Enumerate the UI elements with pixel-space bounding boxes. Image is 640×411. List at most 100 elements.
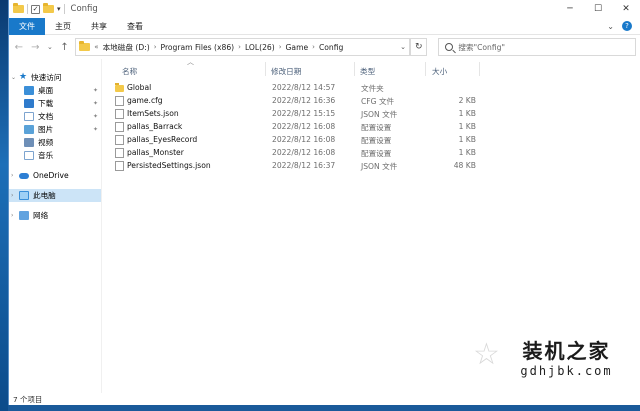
table-row[interactable]: pallas_Monster 2022/8/12 16:08 配置设置 1 KB xyxy=(102,146,640,159)
close-button[interactable]: ✕ xyxy=(612,0,640,18)
new-folder-icon[interactable] xyxy=(43,3,54,13)
column-divider[interactable] xyxy=(354,62,355,76)
file-name: pallas_Monster xyxy=(127,148,184,157)
address-bar[interactable]: « 本地磁盘 (D:) › Program Files (x86) › LOL(… xyxy=(75,38,411,56)
back-arrow-icon[interactable]: ← xyxy=(13,40,25,54)
forward-arrow-icon[interactable]: → xyxy=(30,40,42,54)
sidebar-item-onedrive[interactable]: › OneDrive xyxy=(9,169,101,182)
file-icon xyxy=(115,148,124,158)
sidebar-item-this-pc[interactable]: › 此电脑 xyxy=(9,189,101,202)
file-date: 2022/8/12 16:08 xyxy=(272,148,336,157)
expand-arrow-icon[interactable]: › xyxy=(11,192,13,199)
file-size: 2 KB xyxy=(458,96,476,105)
file-date: 2022/8/12 15:15 xyxy=(272,109,336,118)
sidebar-item-label: 图片 xyxy=(38,125,54,134)
column-header-size[interactable]: 大小 xyxy=(432,66,447,77)
expand-arrow-icon[interactable]: › xyxy=(11,212,13,219)
quick-access-dropdown-icon[interactable]: ▾ xyxy=(57,5,61,13)
breadcrumb-overflow[interactable]: « xyxy=(94,43,98,51)
recent-locations-icon[interactable]: ⌄ xyxy=(46,40,54,54)
tab-home[interactable]: 主页 xyxy=(45,18,81,35)
status-bar: 7 个项目 xyxy=(9,393,640,405)
divider xyxy=(63,4,65,14)
file-type: CFG 文件 xyxy=(361,97,395,106)
download-icon xyxy=(24,99,34,108)
tab-share[interactable]: 共享 xyxy=(81,18,117,35)
minimize-button[interactable]: ─ xyxy=(556,0,584,18)
chevron-right-icon[interactable]: › xyxy=(154,43,157,51)
table-row[interactable]: PersistedSettings.json 2022/8/12 16:37 J… xyxy=(102,159,640,172)
sidebar-item-pictures[interactable]: 图片 ✦ xyxy=(9,123,101,136)
picture-icon xyxy=(24,125,34,134)
sidebar-item-videos[interactable]: 视频 xyxy=(9,136,101,149)
file-date: 2022/8/12 16:36 xyxy=(272,96,336,105)
file-name: pallas_EyesRecord xyxy=(127,135,198,144)
help-icon[interactable]: ? xyxy=(622,21,632,31)
breadcrumb-item[interactable]: Program Files (x86) xyxy=(161,43,235,52)
table-row[interactable]: game.cfg 2022/8/12 16:36 CFG 文件 2 KB xyxy=(102,94,640,107)
explorer-window: ✓ ▾ Config ─ ☐ ✕ 文件 主页 共享 查看 ⌄ ? ← → ⌄ ↑… xyxy=(8,0,640,405)
expand-ribbon-icon[interactable]: ⌄ xyxy=(607,22,614,31)
breadcrumb-item[interactable]: LOL(26) xyxy=(245,43,275,52)
file-date: 2022/8/12 16:37 xyxy=(272,161,336,170)
star-logo-icon: ☆ xyxy=(473,337,500,372)
sidebar-item-label: 下载 xyxy=(38,99,54,108)
watermark-title: 装机之家 xyxy=(522,339,611,363)
file-icon xyxy=(115,161,124,171)
file-type: 配置设置 xyxy=(361,149,392,158)
column-header-type[interactable]: 类型 xyxy=(360,66,375,77)
breadcrumb-item[interactable]: Game xyxy=(286,43,309,52)
chevron-right-icon[interactable]: › xyxy=(312,43,315,51)
breadcrumb-item[interactable]: Config xyxy=(319,43,343,52)
column-divider[interactable] xyxy=(265,62,266,76)
file-icon xyxy=(115,122,124,132)
sidebar-item-music[interactable]: 音乐 xyxy=(9,149,101,162)
address-dropdown-icon[interactable]: ⌄ xyxy=(400,43,406,51)
chevron-right-icon[interactable]: › xyxy=(238,43,241,51)
sidebar-item-label: 视频 xyxy=(38,138,54,147)
navigation-pane: ⌄ ★ 快速访问 桌面 ✦ 下载 ✦ 文档 ✦ 图片 ✦ 视频 音乐 › One… xyxy=(9,59,102,393)
expand-arrow-icon[interactable]: ⌄ xyxy=(11,74,16,81)
column-divider[interactable] xyxy=(479,62,480,76)
file-name: ItemSets.json xyxy=(127,109,179,118)
table-row[interactable]: ItemSets.json 2022/8/12 15:15 JSON 文件 1 … xyxy=(102,107,640,120)
column-header-date[interactable]: 修改日期 xyxy=(271,66,301,77)
file-type: 文件夹 xyxy=(361,84,384,93)
sidebar-item-label: OneDrive xyxy=(33,171,69,180)
table-row[interactable]: Global 2022/8/12 14:57 文件夹 xyxy=(102,81,640,94)
column-header-name[interactable]: 名称 xyxy=(122,66,137,77)
tab-file[interactable]: 文件 xyxy=(9,17,45,35)
file-date: 2022/8/12 16:08 xyxy=(272,122,336,131)
file-name: game.cfg xyxy=(127,96,163,105)
column-divider[interactable] xyxy=(425,62,426,76)
sidebar-item-quick-access[interactable]: ⌄ ★ 快速访问 xyxy=(9,71,101,84)
document-icon xyxy=(24,112,34,121)
table-row[interactable]: pallas_EyesRecord 2022/8/12 16:08 配置设置 1… xyxy=(102,133,640,146)
search-box[interactable]: 搜索"Config" xyxy=(438,38,636,56)
up-arrow-icon[interactable]: ↑ xyxy=(59,40,71,54)
sidebar-item-network[interactable]: › 网络 xyxy=(9,209,101,222)
sidebar-item-desktop[interactable]: 桌面 ✦ xyxy=(9,84,101,97)
sidebar-item-downloads[interactable]: 下载 ✦ xyxy=(9,97,101,110)
file-name: PersistedSettings.json xyxy=(127,161,211,170)
file-date: 2022/8/12 16:08 xyxy=(272,135,336,144)
sidebar-item-label: 音乐 xyxy=(38,151,54,160)
folder-icon xyxy=(13,3,24,13)
file-type: JSON 文件 xyxy=(361,162,398,171)
file-icon xyxy=(115,135,124,145)
refresh-button[interactable]: ↻ xyxy=(410,38,428,56)
tab-view[interactable]: 查看 xyxy=(117,18,153,35)
properties-icon[interactable]: ✓ xyxy=(31,4,40,14)
file-rows: Global 2022/8/12 14:57 文件夹 game.cfg 2022… xyxy=(102,81,640,172)
file-size: 1 KB xyxy=(458,135,476,144)
breadcrumb-item[interactable]: 本地磁盘 (D:) xyxy=(103,42,150,53)
folder-icon xyxy=(115,83,124,92)
maximize-button[interactable]: ☐ xyxy=(584,0,612,18)
music-icon xyxy=(24,151,34,160)
chevron-right-icon[interactable]: › xyxy=(279,43,282,51)
expand-arrow-icon[interactable]: › xyxy=(11,172,13,179)
ribbon-tabs: 文件 主页 共享 查看 ⌄ ? xyxy=(9,17,640,35)
sidebar-item-label: 桌面 xyxy=(38,86,54,95)
table-row[interactable]: pallas_Barrack 2022/8/12 16:08 配置设置 1 KB xyxy=(102,120,640,133)
sidebar-item-documents[interactable]: 文档 ✦ xyxy=(9,110,101,123)
